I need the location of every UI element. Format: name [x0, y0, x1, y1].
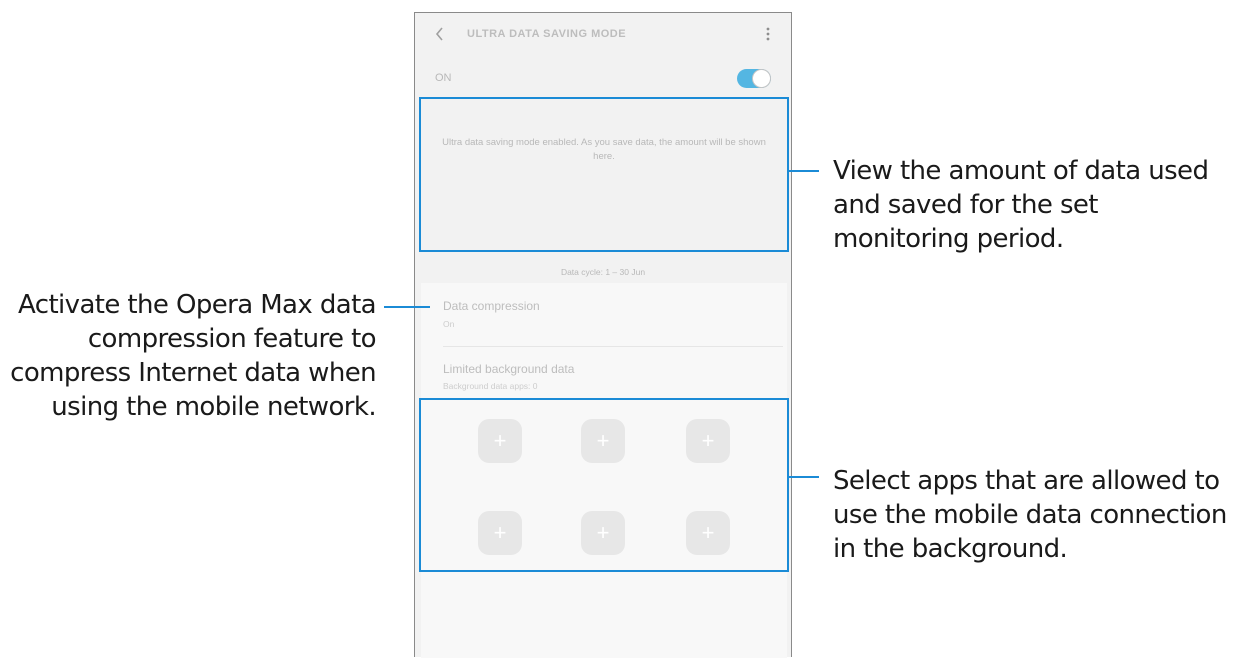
divider	[443, 346, 783, 347]
master-switch-label: ON	[435, 72, 452, 84]
background-apps-highlight-box	[419, 398, 789, 572]
callout-usage: View the amount of data used and saved f…	[833, 156, 1209, 254]
back-button[interactable]	[429, 23, 451, 45]
usage-highlight-box	[419, 97, 789, 252]
more-options-button[interactable]	[761, 24, 775, 44]
setting-item-subtitle: On	[443, 319, 455, 329]
chevron-left-icon	[435, 27, 443, 41]
setting-item-subtitle: Background data apps: 0	[443, 381, 538, 391]
usage-leader-line	[789, 170, 819, 172]
master-switch-toggle[interactable]	[737, 69, 771, 88]
master-switch-row[interactable]: ON	[415, 63, 791, 93]
page-title: ULTRA DATA SAVING MODE	[467, 28, 627, 40]
background-leader-line	[789, 476, 819, 478]
compression-leader-line	[384, 306, 430, 308]
setting-item-title: Limited background data	[443, 362, 575, 376]
callout-background: Select apps that are allowed to use the …	[833, 466, 1227, 564]
setting-item-title: Data compression	[443, 299, 540, 313]
more-vertical-icon	[766, 27, 770, 41]
data-cycle-label: Data cycle: 1 – 30 Jun	[560, 267, 646, 277]
callout-compression: Activate the Opera Max data compression …	[10, 290, 376, 422]
app-bar: ULTRA DATA SAVING MODE	[415, 13, 791, 57]
